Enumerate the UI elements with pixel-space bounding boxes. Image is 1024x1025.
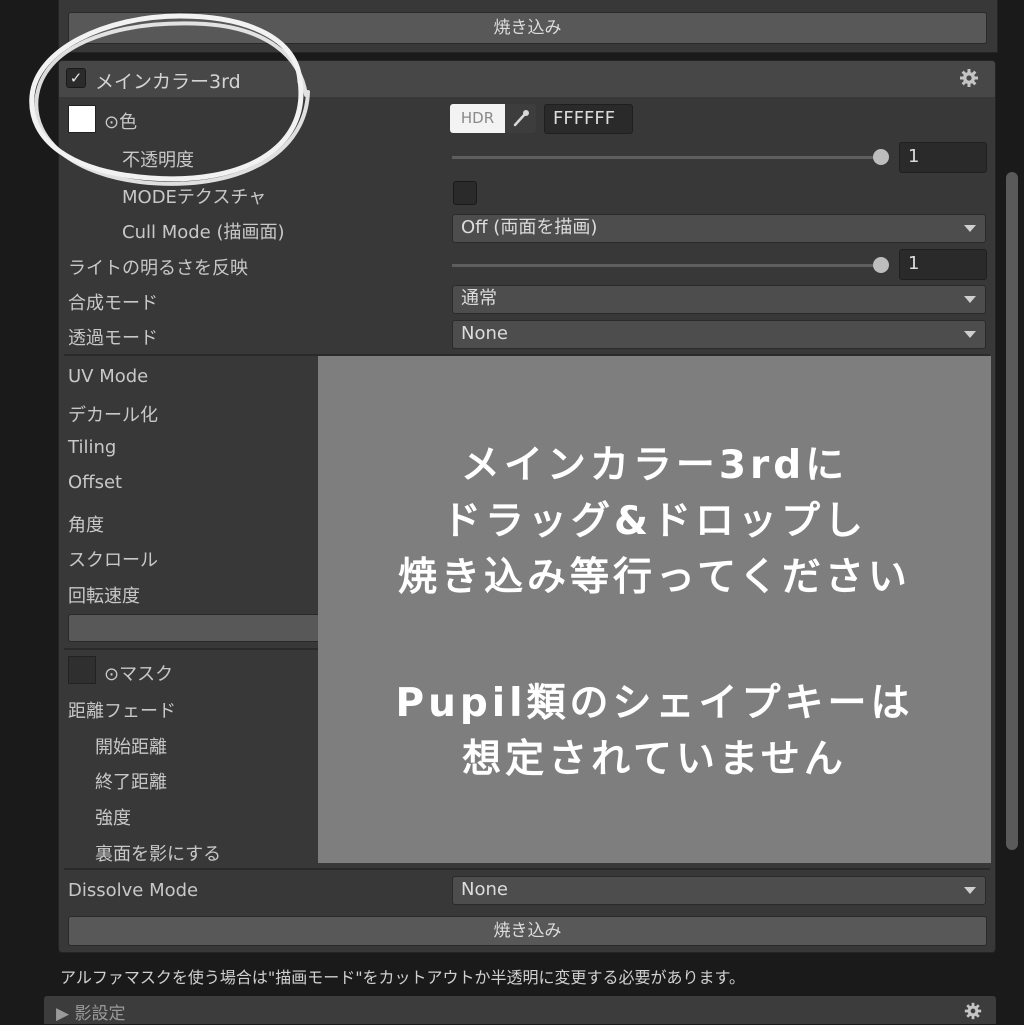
fade-end-label: 終了距離 [95,772,167,793]
eyedropper-icon[interactable] [505,104,536,133]
hex-color-field[interactable]: FFFFFF [544,104,633,134]
distance-fade-label: 距離フェード [68,701,176,722]
uv-mode-label: UV Mode [68,366,149,387]
blend-mode-dropdown[interactable]: 通常 [452,285,986,314]
bake-button-top[interactable]: 焼き込み [68,12,987,44]
blend-mode-value: 通常 [461,288,497,309]
rotation-speed-label: 回転速度 [68,586,140,607]
section-enable-checkbox[interactable]: ✓ [66,68,86,88]
opacity-slider-knob[interactable] [873,149,889,165]
light-reflect-label: ライトの明るさを反映 [68,258,248,279]
opacity-slider-track[interactable] [452,156,882,159]
chevron-down-icon [964,296,976,303]
opacity-value-field[interactable]: 1 [899,142,987,173]
divider [64,868,990,870]
mask-label: ⊙マスク [104,664,174,685]
dissolve-mode-value: None [461,879,508,900]
cull-mode-value: Off (両面を描画) [461,217,598,238]
overlay-line: 想定されていません [462,737,847,782]
scrollbar-thumb[interactable] [1006,172,1018,850]
fade-start-label: 開始距離 [95,737,167,758]
light-value-field[interactable]: 1 [899,249,987,280]
dissolve-mode-dropdown[interactable]: None [452,876,986,905]
transparency-mode-value: None [461,323,508,344]
mode-texture-slot[interactable] [453,181,477,205]
dissolve-mode-label: Dissolve Mode [68,880,199,901]
chevron-down-icon [964,225,976,232]
overlay-line: ドラッグ&ドロップし [441,499,867,544]
help-text: アルファマスクを使う場合は"描画モード"をカットアウトか半透明に変更する必要があ… [60,968,745,987]
check-icon: ✓ [69,69,83,87]
mode-texture-label: MODEテクスチャ [122,187,267,208]
scroll-label: スクロール [68,550,158,571]
color-label: ⊙色 [104,112,138,133]
gear-icon[interactable] [963,1001,983,1021]
decal-label: デカール化 [68,405,158,426]
tiling-label: Tiling [68,437,117,458]
blend-mode-label: 合成モード [68,293,158,314]
cull-mode-dropdown[interactable]: Off (両面を描画) [452,214,986,243]
transparency-mode-label: 透過モード [68,328,158,349]
section-title: メインカラー3rd [95,71,241,93]
shadow-settings-label: ▶ 影設定 [56,1004,126,1024]
chevron-down-icon [964,331,976,338]
overlay-line: メインカラー3rdに [460,443,849,488]
overlay-line: Pupil類のシェイプキーは [395,681,914,726]
hidden-button[interactable] [68,614,328,642]
strength-label: 強度 [95,808,131,829]
bake-button-bottom[interactable]: 焼き込み [68,916,987,946]
instruction-overlay: メインカラー3rdに ドラッグ&ドロップし 焼き込み等行ってください Pupil… [318,356,991,863]
chevron-down-icon [964,887,976,894]
light-slider-track[interactable] [452,264,882,267]
cull-mode-label: Cull Mode (描画面) [122,222,285,243]
overlay-line: 焼き込み等行ってください [398,555,911,600]
transparency-mode-dropdown[interactable]: None [452,320,986,349]
color-swatch[interactable] [68,105,96,133]
mask-texture-slot[interactable] [68,656,96,684]
gear-icon[interactable] [958,67,980,89]
offset-label: Offset [68,472,123,493]
light-slider-knob[interactable] [873,257,889,273]
opacity-label: 不透明度 [122,150,194,171]
angle-label: 角度 [68,515,104,536]
shadow-settings-header[interactable] [44,996,996,1024]
hdr-badge[interactable]: HDR [450,104,505,133]
backface-shadow-label: 裏面を影にする [95,844,222,865]
